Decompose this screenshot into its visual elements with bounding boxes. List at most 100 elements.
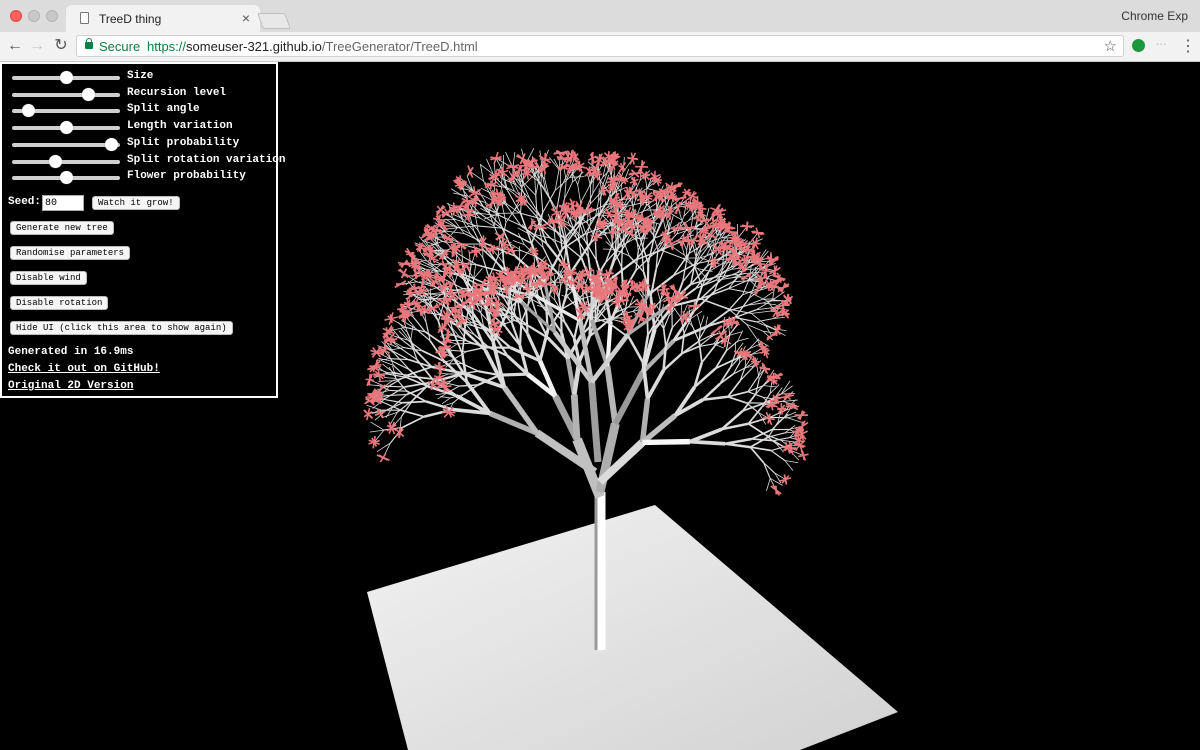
tree-branch [722, 231, 732, 242]
extension-icon[interactable] [1132, 39, 1145, 52]
window-maximize-button[interactable] [46, 10, 58, 22]
tree-branch [441, 397, 451, 404]
new-tab-button[interactable] [257, 13, 291, 29]
slider-track[interactable] [12, 137, 120, 151]
tree-branch [604, 365, 619, 425]
slider-thumb[interactable] [60, 171, 73, 185]
tree-branch [535, 195, 538, 218]
page-canvas[interactable]: Size Recursion level Split angle Length var… [0, 62, 1200, 750]
tree-branch [558, 277, 562, 286]
slider-thumb[interactable] [22, 104, 36, 118]
tree-flower [750, 355, 760, 368]
slider-label: Length variation [127, 120, 233, 133]
tree-branch [383, 377, 397, 379]
tree-branch [534, 294, 582, 323]
tree-branch [385, 386, 406, 399]
hide-ui-button[interactable]: Hide UI (click this area to show again) [10, 321, 233, 335]
generate-tree-button[interactable]: Generate new tree [10, 221, 114, 235]
tree-flower [794, 410, 809, 420]
tree-flower [629, 176, 639, 186]
tree-branch [769, 409, 787, 418]
tree-flower [751, 227, 765, 239]
browser-menu-icon[interactable]: ⋮ [1180, 36, 1196, 56]
tree-flower [394, 280, 407, 289]
tree-branch [645, 369, 666, 400]
tree-flower [779, 474, 792, 485]
browser-toolbar: ← → ↻ Secure https://someuser-321.github… [0, 32, 1200, 62]
tree-branch [392, 360, 410, 371]
tree-flower [376, 452, 390, 463]
back-arrow-icon[interactable]: ← [6, 37, 24, 55]
disable-rotation-button[interactable]: Disable rotation [10, 296, 109, 310]
extension-dots-icon[interactable]: ⋅⋅⋅ [1156, 38, 1167, 51]
slider-track[interactable] [12, 154, 120, 168]
tree-flower [627, 152, 639, 165]
slider-track[interactable] [12, 87, 120, 101]
disable-wind-button[interactable]: Disable wind [10, 271, 87, 285]
tree-branch [535, 178, 540, 196]
tree-branch [701, 345, 716, 363]
tree-branch [780, 385, 793, 395]
url-host: someuser-321.github.io [186, 39, 322, 54]
tree-branch [389, 358, 409, 361]
tree-branch [570, 394, 581, 440]
tree-branch [445, 230, 465, 234]
tree-flower [797, 450, 809, 461]
tree-branch [452, 349, 467, 352]
tree-branch [756, 321, 774, 330]
reload-icon[interactable]: ↻ [52, 37, 70, 55]
profile-label[interactable]: Chrome Exp [1121, 9, 1188, 23]
slider-thumb[interactable] [105, 137, 119, 151]
slider-thumb[interactable] [49, 154, 63, 168]
tab-treed[interactable]: TreeD thing × [66, 5, 260, 32]
tree-branch [580, 186, 590, 203]
ground-plane [367, 505, 898, 750]
forward-arrow-icon[interactable]: → [28, 37, 46, 55]
slider-thumb[interactable] [60, 121, 73, 135]
tree-flower [688, 301, 701, 311]
randomise-parameters-button[interactable]: Randomise parameters [10, 246, 131, 260]
tree-flower [504, 245, 516, 255]
original-2d-link[interactable]: Original 2D Version [8, 380, 133, 392]
slider-track[interactable] [12, 171, 120, 185]
slider-track[interactable] [12, 104, 120, 118]
tree-branch [762, 291, 773, 300]
page-icon [80, 12, 89, 24]
tree-branch [540, 186, 544, 213]
tree-flower [395, 427, 405, 439]
github-link[interactable]: Check it out on GitHub! [8, 363, 160, 375]
url-path: /TreeGenerator/TreeD.html [321, 39, 478, 54]
tree-flower [749, 237, 761, 251]
address-bar[interactable]: Secure https://someuser-321.github.io/Tr… [76, 35, 1124, 57]
tree-flower [397, 268, 411, 279]
tree-branch [719, 373, 734, 385]
window-minimize-button[interactable] [28, 10, 40, 22]
slider-thumb[interactable] [60, 71, 73, 84]
tree-branch [728, 288, 752, 294]
tree-branch [751, 310, 771, 314]
secure-label: Secure [99, 39, 141, 54]
tree-branch [700, 315, 705, 327]
tree-branch [437, 372, 449, 375]
controls-panel[interactable]: Size Recursion level Split angle Length var… [0, 62, 285, 398]
bookmark-star-icon[interactable]: ☆ [1104, 37, 1117, 55]
url-text[interactable]: https://someuser-321.github.io/TreeGener… [147, 39, 478, 54]
slider-track[interactable] [12, 71, 120, 84]
tree-flower [363, 407, 374, 421]
tree-branch [697, 314, 701, 327]
window-close-button[interactable] [10, 10, 22, 22]
tree-branch [772, 291, 785, 301]
slider-track[interactable] [12, 121, 120, 135]
tree-branch [400, 409, 425, 418]
tree-branch [564, 322, 576, 340]
tree-branch [502, 185, 515, 192]
tab-close-icon[interactable]: × [242, 10, 250, 26]
tree-branch [645, 202, 658, 211]
seed-input[interactable] [42, 195, 84, 211]
tree-branch [425, 400, 454, 411]
tree-flower [490, 151, 502, 165]
slider-thumb[interactable] [81, 87, 95, 101]
tree-flower [759, 362, 771, 375]
watch-grow-button[interactable]: Watch it grow! [92, 196, 180, 210]
tree-branch [520, 167, 523, 182]
